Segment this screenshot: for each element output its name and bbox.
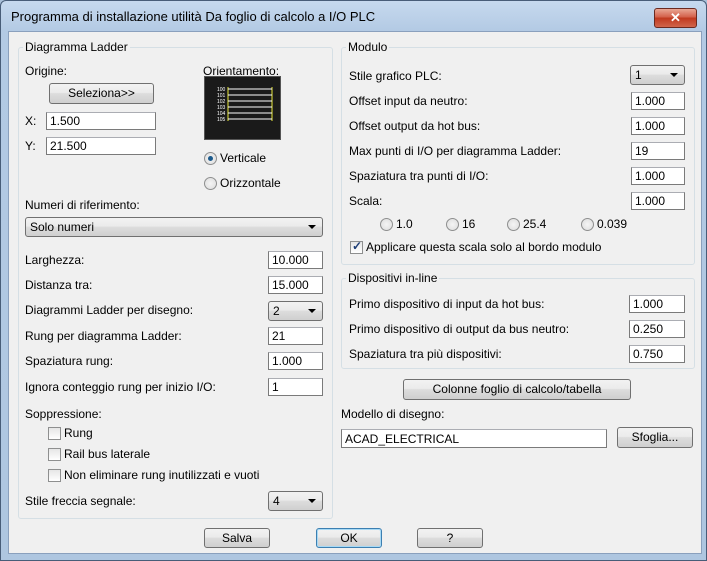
scale-option-16[interactable] [446,218,459,231]
io-spacing-field[interactable] [631,167,685,185]
offset-output-field[interactable] [631,117,685,135]
help-button[interactable]: ? [417,528,483,548]
dialog-client: Diagramma Ladder Origine: Seleziona>> X:… [8,31,702,554]
suppress-rail-checkbox[interactable] [48,448,61,461]
distance-label: Distanza tra: [25,278,93,292]
device-spacing-field[interactable] [629,345,685,363]
plc-style-select[interactable]: 1 [630,65,685,85]
io-spacing-label: Spaziatura tra punti di I/O: [349,169,489,183]
device-spacing-label: Spaziatura tra più dispositivi: [349,347,502,361]
scale-field[interactable] [631,192,685,210]
ref-numbers-value: Solo numeri [30,220,95,234]
first-output-field[interactable] [629,320,685,338]
arrow-style-value: 4 [273,494,280,508]
dialog-window: Programma di installazione utilità Da fo… [0,0,707,561]
width-input[interactable] [268,251,323,269]
module-group-title: Modulo [346,40,390,54]
browse-button[interactable]: Sfoglia... [617,427,693,448]
first-input-field[interactable] [629,295,685,313]
ref-numbers-select[interactable]: Solo numeri [25,217,323,237]
scale-label: Scala: [349,194,383,208]
origin-label: Origine: [25,64,68,78]
radio-vertical-label[interactable]: Verticale [220,151,266,165]
rungs-input[interactable] [268,327,323,345]
plc-style-label: Stile grafico PLC: [349,69,442,83]
width-label: Larghezza: [25,253,85,267]
scale-option-25-4[interactable] [507,218,520,231]
ladder-preview-icon: 100 101 102 103 104 105 [217,87,273,123]
keep-empty-rungs-checkbox[interactable] [48,469,61,482]
y-label: Y: [25,139,36,153]
select-origin-button[interactable]: Seleziona>> [49,83,154,104]
max-points-field[interactable] [631,142,685,160]
skip-label: Ignora conteggio rung per inizio I/O: [25,380,216,394]
ref-numbers-label: Numeri di riferimento: [25,198,140,212]
chevron-down-icon [670,73,678,77]
apply-scale-label[interactable]: Applicare questa scala solo al bordo mod… [366,240,601,254]
arrow-style-select[interactable]: 4 [268,491,323,511]
ok-button[interactable]: OK [316,528,382,548]
window-title: Programma di installazione utilità Da fo… [11,9,376,24]
radio-horizontal-label[interactable]: Orizzontale [220,176,281,190]
offset-input-field[interactable] [631,92,685,110]
per-drawing-value: 2 [273,304,280,318]
distance-input[interactable] [268,276,323,294]
template-input[interactable] [341,429,607,448]
y-input[interactable] [46,137,156,155]
preview-number: 105 [217,117,226,123]
scale-option-0-039[interactable] [581,218,594,231]
title-bar[interactable]: Programma di installazione utilità Da fo… [1,1,706,31]
per-drawing-select[interactable]: 2 [268,301,323,321]
keep-empty-rungs-label[interactable]: Non eliminare rung inutilizzati e vuoti [64,468,259,482]
skip-input[interactable] [268,378,323,396]
close-button[interactable]: ✕ [654,8,697,28]
template-label: Modello di disegno: [341,407,445,421]
plc-style-value: 1 [635,68,642,82]
chevron-down-icon [308,225,316,229]
ladder-preview-image: 100 101 102 103 104 105 [204,76,281,140]
scale-option-25-4-label[interactable]: 25.4 [523,217,546,231]
ladder-group-title: Diagramma Ladder [23,40,130,54]
radio-horizontal[interactable] [204,177,217,190]
x-input[interactable] [46,112,156,130]
scale-option-0-039-label[interactable]: 0.039 [597,217,627,231]
radio-vertical[interactable] [204,152,217,165]
rung-spacing-label: Spaziatura rung: [25,354,114,368]
suppress-rail-label[interactable]: Rail bus laterale [64,447,150,461]
scale-option-1-0-label[interactable]: 1.0 [396,217,413,231]
scale-option-1-0[interactable] [380,218,393,231]
scale-option-16-label[interactable]: 16 [462,217,475,231]
chevron-down-icon [308,309,316,313]
arrow-style-label: Stile freccia segnale: [25,494,136,508]
apply-scale-checkbox[interactable] [350,239,363,254]
max-points-label: Max punti di I/O per diagramma Ladder: [349,144,562,158]
suppression-label: Soppressione: [25,407,102,421]
offset-input-label: Offset input da neutro: [349,94,468,108]
chevron-down-icon [308,499,316,503]
per-drawing-label: Diagrammi Ladder per disegno: [25,303,194,317]
rungs-label: Rung per diagramma Ladder: [25,329,182,343]
first-output-label: Primo dispositivo di output da bus neutr… [349,322,570,336]
suppress-rung-label[interactable]: Rung [64,426,93,440]
inline-group-title: Dispositivi in-line [346,271,440,285]
offset-output-label: Offset output da hot bus: [349,119,481,133]
first-input-label: Primo dispositivo di input da hot bus: [349,297,545,311]
rung-spacing-input[interactable] [268,352,323,370]
x-label: X: [25,114,37,128]
spreadsheet-columns-button[interactable]: Colonne foglio di calcolo/tabella [403,379,631,400]
save-button[interactable]: Salva [204,528,270,548]
suppress-rung-checkbox[interactable] [48,427,61,440]
